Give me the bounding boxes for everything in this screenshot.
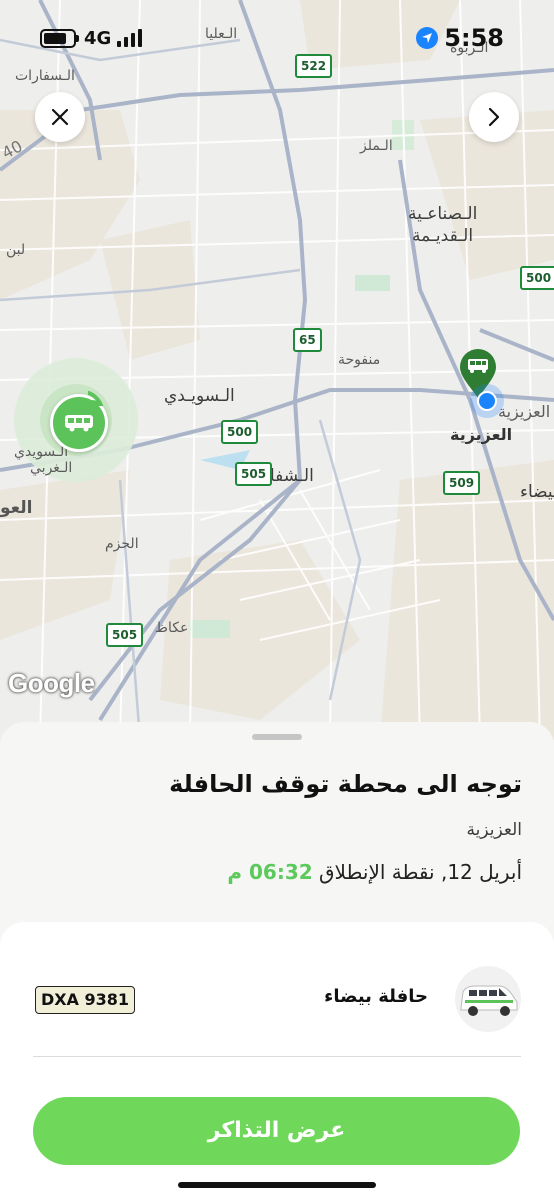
road-shield-509: 509	[443, 471, 481, 495]
sheet-handle[interactable]	[252, 734, 302, 740]
map-label-qadima: الـقديـمة	[412, 226, 474, 246]
user-location-dot	[470, 384, 504, 418]
road-shield-505: 505	[235, 462, 273, 486]
map-label-okaz: عكاظ	[155, 620, 189, 636]
map-label-shifa: الـشفا	[270, 466, 314, 486]
status-bar-right: 5:58	[416, 18, 504, 58]
status-bar-left: 4G	[40, 18, 143, 58]
vehicle-image	[455, 966, 521, 1032]
signal-icon	[117, 29, 143, 47]
map-label-suwaidi-west: الـسويدي	[14, 444, 69, 460]
map-label-aziziyah-edge: العزيزية	[498, 402, 551, 421]
map-label-baida: بيضاء	[520, 482, 554, 502]
road-shield-505-south: 505	[106, 623, 144, 647]
wifi-signal-icon	[88, 390, 104, 406]
pickup-area: العزيزية	[466, 820, 522, 840]
vehicle-name: حافلة بيضاء	[324, 986, 428, 1007]
map-label-aziziyah: العزيزية	[450, 425, 513, 444]
close-icon	[51, 108, 69, 126]
road-shield-522: 522	[295, 54, 333, 78]
google-attribution: Google	[8, 668, 95, 698]
map-label-olaya: الـعليا	[205, 26, 238, 42]
home-indicator	[178, 1182, 376, 1188]
departure-date: أبريل 12,	[440, 860, 522, 884]
status-time: 5:58	[444, 24, 504, 52]
map-label-sinaiya: الـصناعـية	[408, 204, 478, 224]
close-button[interactable]	[35, 92, 85, 142]
departure-label: نقطة الإنطلاق	[319, 860, 435, 884]
map-label-gharbi: الـغربي	[30, 460, 73, 476]
card-divider	[33, 1056, 521, 1057]
map-label-awali: العو	[0, 498, 33, 518]
departure-info: أبريل 12, نقطة الإنطلاق 06:32 م	[227, 860, 522, 884]
road-shield-500-east: 500	[520, 266, 554, 290]
map-label-hazm: الحزم	[105, 536, 139, 552]
departure-time: 06:32 م	[227, 860, 313, 884]
road-shield-65: 65	[293, 328, 322, 352]
map-label-laban: لبن	[6, 242, 26, 258]
chevron-right-icon	[488, 107, 500, 127]
map-label-manfuha: منفوحة	[338, 352, 381, 368]
map-label-safarat: الـسفارات	[15, 68, 75, 84]
bus-icon	[65, 415, 93, 432]
network-label: 4G	[84, 27, 112, 49]
location-arrow-icon	[416, 27, 439, 49]
map-label-malaz: الـملز	[360, 138, 393, 154]
next-button[interactable]	[469, 92, 519, 142]
view-tickets-button[interactable]: عرض التذاكر	[33, 1097, 520, 1165]
battery-icon	[40, 28, 79, 48]
map-label-suwaidi: الـسويـدي	[164, 386, 235, 406]
sheet-title: توجه الى محطة توقف الحافلة	[169, 770, 522, 798]
road-shield-500: 500	[221, 420, 259, 444]
license-plate: DXA 9381	[35, 986, 135, 1014]
